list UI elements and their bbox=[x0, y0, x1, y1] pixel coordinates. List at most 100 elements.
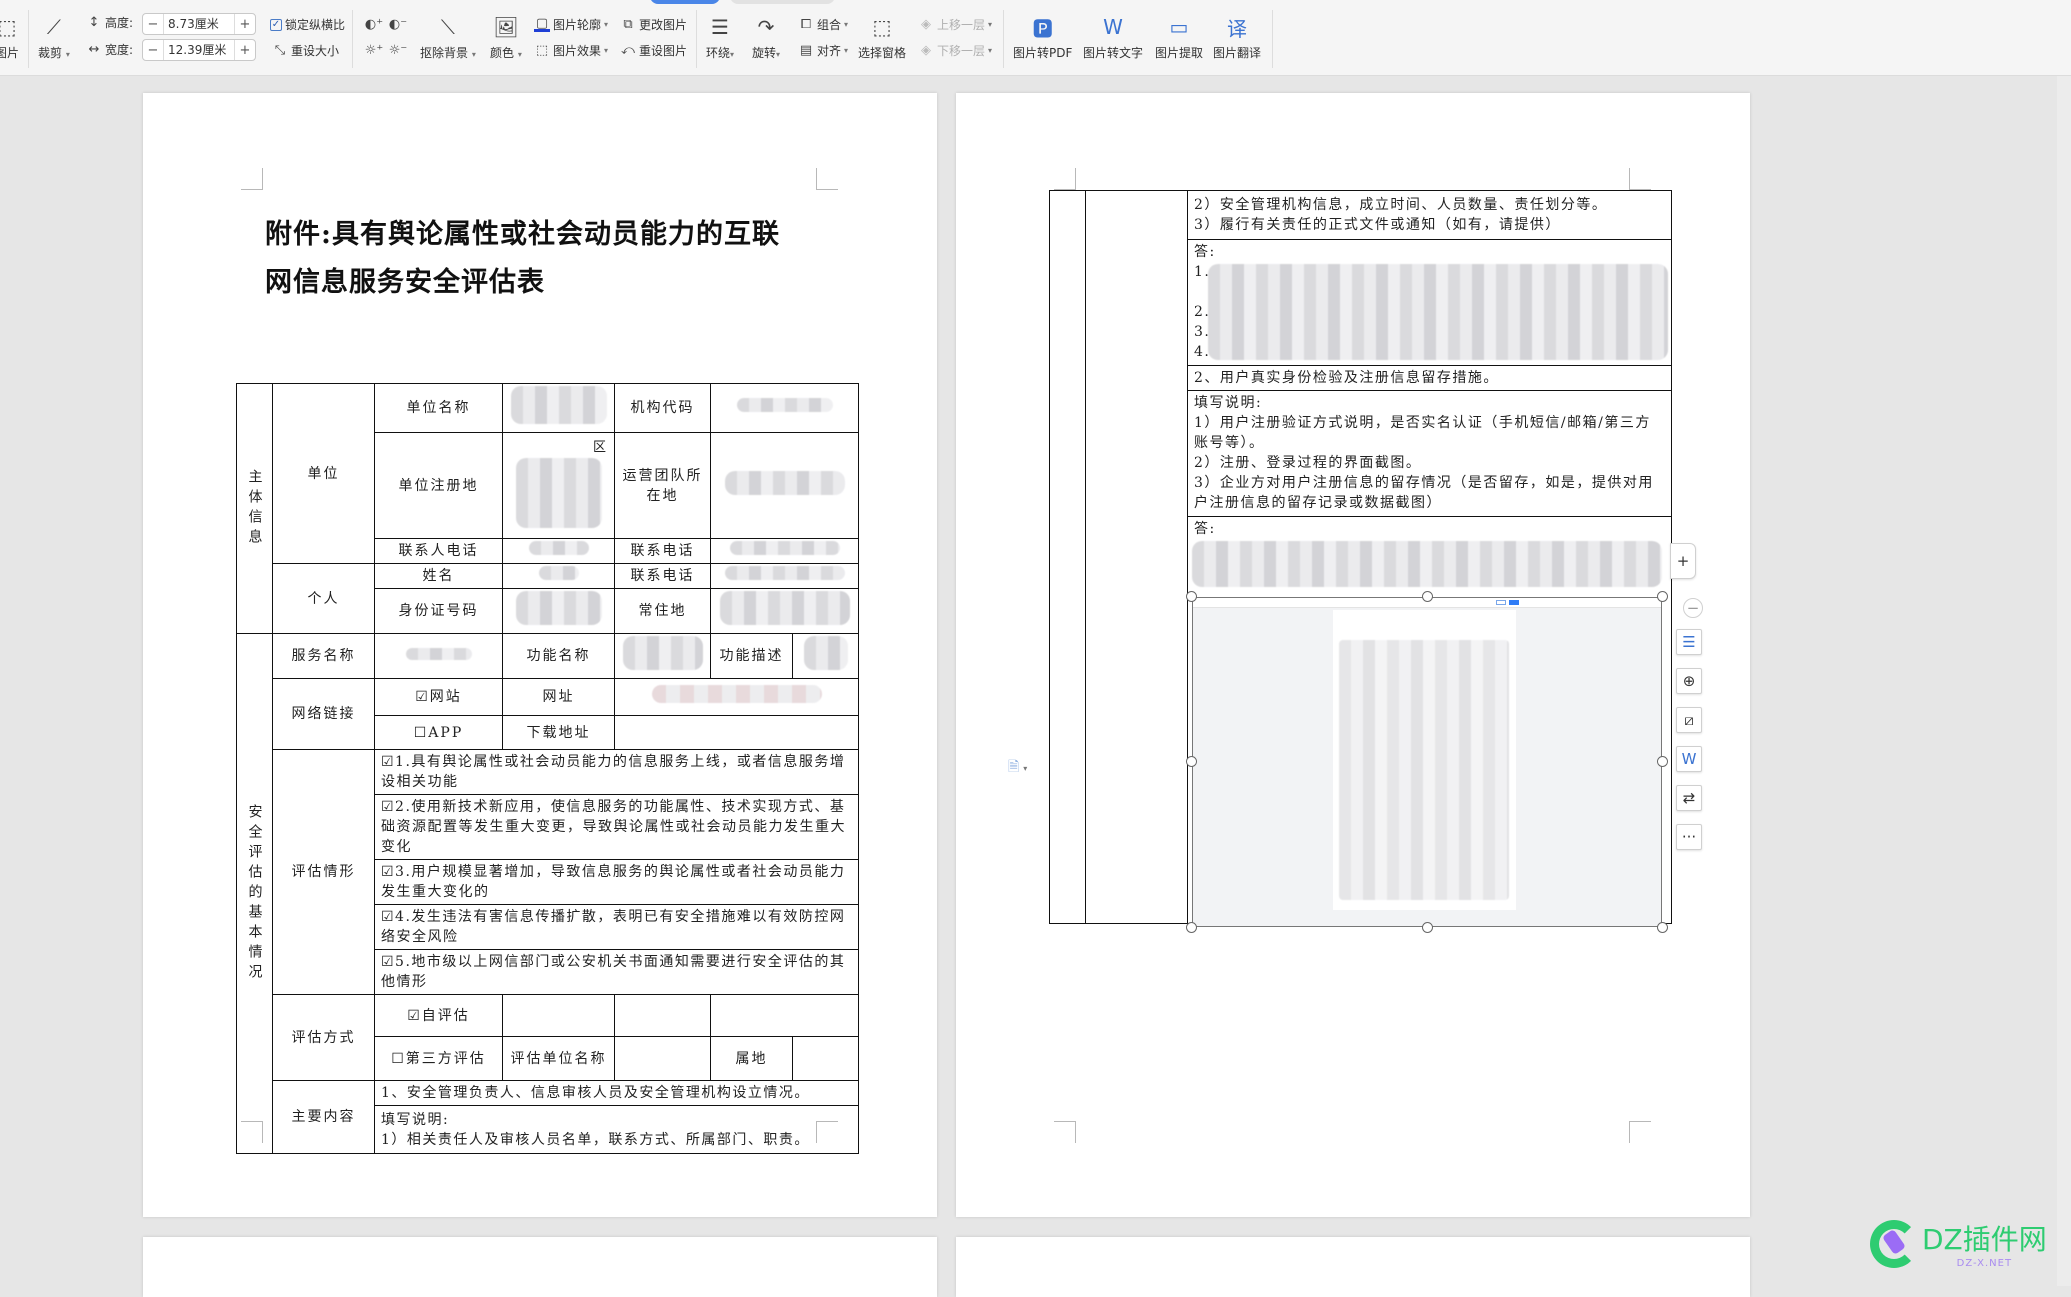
redacted-value bbox=[1339, 640, 1509, 900]
third-party-checkbox[interactable]: ☐第三方评估 bbox=[374, 1036, 503, 1081]
org-code-value[interactable] bbox=[710, 383, 859, 433]
height-input[interactable]: 8.73厘米 bbox=[163, 14, 235, 34]
wrap-layout-button[interactable]: ☰ bbox=[1676, 629, 1702, 655]
redacted-value bbox=[729, 541, 840, 555]
resize-handle[interactable] bbox=[1422, 591, 1433, 602]
answer-cell-2[interactable]: 答: bbox=[1186, 516, 1672, 933]
height-stepper[interactable]: − 8.73厘米 + bbox=[142, 13, 256, 35]
picture-to-pdf-button[interactable]: 🅿 图片转PDF bbox=[1013, 14, 1072, 61]
instructions-cont-cell[interactable]: 2）安全管理机构信息，成立时间、人员数量、责任划分等。 3）履行有关责任的正式文… bbox=[1187, 190, 1672, 240]
function-name-value[interactable] bbox=[614, 633, 711, 679]
id-number-value[interactable] bbox=[502, 588, 615, 634]
zoom-in-button[interactable]: ⊕ bbox=[1676, 668, 1702, 694]
resize-handle[interactable] bbox=[1657, 591, 1668, 602]
url-value[interactable] bbox=[614, 678, 859, 716]
width-input[interactable]: 12.39厘米 bbox=[163, 40, 235, 60]
jurisdiction-label: 属地 bbox=[710, 1036, 793, 1081]
instructions2-cell[interactable]: 填写说明: 1）用户注册验证方式说明，是否实名认证（手机短信/邮箱/第三方账号等… bbox=[1187, 390, 1672, 517]
contrast-decrease-button[interactable]: ◐⁻ bbox=[389, 16, 407, 32]
situation-item[interactable]: ☑5.地市级以上网信部门或公安机关书面通知需要进行安全评估的其他情形 bbox=[374, 949, 859, 995]
height-decrease-button[interactable]: − bbox=[143, 17, 163, 32]
picture-effects-button[interactable]: ⬚ 图片效果 ▾ bbox=[534, 42, 608, 59]
reset-picture-button[interactable]: ⤺ 重设图片 bbox=[620, 42, 687, 59]
redacted-value bbox=[803, 636, 848, 670]
section-basic-info: 安全评估的基本情况 bbox=[236, 633, 273, 1154]
change-picture-float-button[interactable]: ⇄ bbox=[1676, 785, 1702, 811]
remove-background-button[interactable]: ⟍ 抠除背景 ▾ bbox=[420, 14, 476, 61]
margin-corner-mark bbox=[1054, 1121, 1076, 1143]
resize-handle[interactable] bbox=[1422, 922, 1433, 933]
rotate-button[interactable]: ↷ 旋转▾ bbox=[752, 14, 780, 61]
contact-person-phone-value[interactable] bbox=[502, 538, 615, 564]
self-assessment-checkbox[interactable]: ☑自评估 bbox=[374, 994, 503, 1037]
resize-handle[interactable] bbox=[1657, 756, 1668, 767]
download-addr-value[interactable] bbox=[614, 715, 859, 750]
name-value[interactable] bbox=[502, 563, 615, 589]
unit-name-value[interactable] bbox=[502, 383, 615, 433]
vertical-scrollbar[interactable] bbox=[2057, 76, 2071, 1286]
picture-to-text-button[interactable]: W 图片转文字 bbox=[1083, 14, 1143, 61]
rotate-label: 旋转 bbox=[752, 46, 777, 60]
bring-forward-button[interactable]: ◈ 上移一层 ▾ bbox=[918, 16, 992, 33]
height-increase-button[interactable]: + bbox=[235, 17, 255, 32]
website-checkbox[interactable]: ☑网站 bbox=[374, 678, 503, 716]
situation-item[interactable]: ☑2.使用新技术新应用，使信息服务的功能属性、技术实现方式、基础资源配置等发生重… bbox=[374, 794, 859, 860]
picture-outline-button[interactable]: ▢ 图片轮廓 ▾ bbox=[534, 16, 608, 33]
brightness-increase-button[interactable]: ☼⁺ bbox=[365, 42, 384, 58]
width-stepper[interactable]: − 12.39厘米 + bbox=[142, 39, 256, 61]
resize-handle[interactable] bbox=[1186, 922, 1197, 933]
fill-instructions-cell[interactable]: 填写说明: 1）相关责任人及审核人员名单，联系方式、所属部门、职责。 bbox=[374, 1105, 859, 1154]
picture-extract-button[interactable]: ▭ 图片提取 bbox=[1155, 14, 1203, 61]
resize-handle[interactable] bbox=[1186, 591, 1197, 602]
reset-size-button[interactable]: ⤡ 重设大小 bbox=[272, 42, 339, 59]
answer-cell-1[interactable]: 答: 1. 2. 3. 4. bbox=[1187, 239, 1672, 366]
lock-ratio-label: 锁定纵横比 bbox=[285, 18, 346, 32]
width-label-group: ↔ 宽度: bbox=[86, 41, 134, 58]
change-picture-button[interactable]: ⧉ 更改图片 bbox=[620, 16, 687, 33]
redacted-value bbox=[719, 591, 850, 625]
collapse-minus-button[interactable]: − bbox=[1683, 598, 1703, 618]
width-decrease-button[interactable]: − bbox=[143, 43, 163, 58]
jurisdiction-value[interactable] bbox=[792, 1036, 859, 1081]
crop-button[interactable]: ⟋ 裁剪 ▾ bbox=[38, 14, 70, 61]
wrap-button[interactable]: ☰ 环绕▾ bbox=[706, 14, 734, 61]
crop-button-float[interactable]: ⧄ bbox=[1676, 707, 1702, 733]
ops-team-location-value[interactable] bbox=[710, 432, 859, 539]
assessor-name-value[interactable] bbox=[614, 1036, 711, 1081]
lock-ratio-checkbox[interactable]: ✓ 锁定纵横比 bbox=[270, 16, 345, 33]
image-document-preview bbox=[1333, 610, 1516, 910]
situation-item[interactable]: ☑1.具有舆论属性或社会动员能力的信息服务上线，或者信息服务增设相关功能 bbox=[374, 749, 859, 795]
network-link-label: 网络链接 bbox=[272, 678, 375, 750]
picture-partial-button[interactable]: ⬚ 图片 bbox=[0, 14, 20, 61]
unit-reg-addr-value[interactable]: 区 bbox=[502, 432, 615, 539]
align-button[interactable]: ▤ 对齐 ▾ bbox=[798, 42, 848, 59]
add-button[interactable]: + bbox=[1670, 543, 1696, 579]
personal-phone-value[interactable] bbox=[710, 563, 859, 589]
selected-image[interactable] bbox=[1186, 591, 1668, 933]
unit-reg-addr-label: 单位注册地 bbox=[374, 432, 503, 539]
residence-value[interactable] bbox=[710, 588, 859, 634]
width-increase-button[interactable]: + bbox=[235, 43, 255, 58]
function-desc-value[interactable] bbox=[792, 633, 859, 679]
picture-translate-icon: 译 bbox=[1227, 16, 1247, 41]
resize-handle[interactable] bbox=[1657, 922, 1668, 933]
resize-handle[interactable] bbox=[1186, 756, 1197, 767]
picture-translate-button[interactable]: 译 图片翻译 bbox=[1213, 14, 1261, 61]
more-options-button[interactable]: ··· bbox=[1676, 824, 1702, 850]
color-button[interactable]: 🖼 颜色 ▾ bbox=[490, 14, 522, 61]
group-button[interactable]: ⧠ 组合 ▾ bbox=[798, 16, 848, 33]
redacted-value bbox=[510, 386, 607, 424]
service-name-value[interactable] bbox=[374, 633, 503, 679]
send-backward-button[interactable]: ◈ 下移一层 ▾ bbox=[918, 42, 992, 59]
document-page-3 bbox=[143, 1237, 937, 1297]
picture-to-text-float-button[interactable]: W bbox=[1676, 746, 1702, 772]
situation-item[interactable]: ☑3.用户规模显著增加，导致信息服务的舆论属性或者社会动员能力发生重大变化的 bbox=[374, 859, 859, 905]
align-label: 对齐 bbox=[817, 44, 842, 58]
situation-item[interactable]: ☑4.发生违法有害信息传播扩散，表明已有安全措施难以有效防控网络安全风险 bbox=[374, 904, 859, 950]
contrast-increase-button[interactable]: ◐⁺ bbox=[365, 16, 383, 32]
brightness-decrease-button[interactable]: ☼⁻ bbox=[389, 42, 408, 58]
app-checkbox[interactable]: ☐APP bbox=[374, 715, 503, 750]
paragraph-options-button[interactable]: 🗎 ▾ bbox=[1008, 756, 1027, 780]
contact-phone-value[interactable] bbox=[710, 538, 859, 564]
selection-pane-button[interactable]: ⬚ 选择窗格 bbox=[858, 14, 906, 61]
